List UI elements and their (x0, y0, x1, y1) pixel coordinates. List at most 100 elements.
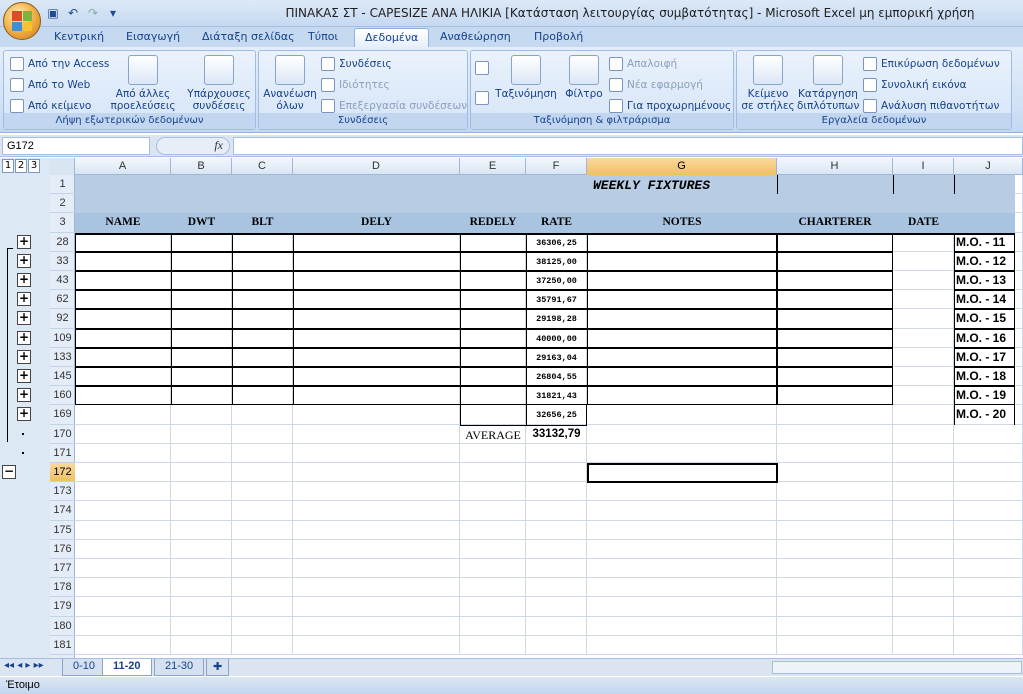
col-header-j[interactable]: J (954, 158, 1023, 175)
tab-insert[interactable]: Εισαγωγή (116, 28, 190, 48)
expand-group-button[interactable]: + (17, 349, 31, 364)
cell[interactable] (232, 501, 293, 521)
col-header-b[interactable]: B (171, 158, 232, 175)
expand-group-button[interactable]: + (17, 407, 31, 422)
cell[interactable] (171, 405, 232, 425)
cell[interactable] (777, 616, 893, 636)
cell[interactable] (460, 539, 526, 559)
cell[interactable] (293, 443, 460, 463)
insert-sheet-icon[interactable]: ✚ (206, 659, 230, 676)
cell[interactable] (75, 501, 171, 521)
tab-review[interactable]: Αναθεώρηση (430, 28, 521, 48)
cell[interactable] (587, 443, 777, 463)
from-other-sources-button[interactable]: Από άλλες προελεύσεις (108, 55, 178, 112)
cell[interactable] (460, 520, 526, 540)
worksheet-grid[interactable]: WEEKLY FIXTURES NAME DWT BLT DELY REDELY RATE N… (75, 175, 1023, 659)
cell[interactable] (587, 616, 777, 636)
existing-connections-button[interactable]: Υπάρχουσες συνδέσεις (184, 55, 254, 112)
select-all-corner[interactable] (50, 158, 75, 175)
row-header[interactable]: 181 (50, 636, 75, 655)
cell[interactable] (893, 347, 954, 367)
collapse-group-button[interactable]: − (2, 465, 16, 479)
expand-group-button[interactable]: + (17, 234, 31, 249)
row-header[interactable]: 33 (50, 252, 75, 271)
edit-links-button[interactable]: Επεξεργασία συνδέσεων (321, 99, 467, 113)
cell[interactable] (232, 559, 293, 579)
cell[interactable] (893, 309, 954, 329)
outline-level-2[interactable]: 2 (15, 159, 27, 173)
cell[interactable] (460, 578, 526, 598)
clear-filter-button[interactable]: Απαλοιφή (609, 57, 677, 71)
tab-data[interactable]: Δεδομένα (354, 28, 430, 48)
expand-group-button[interactable]: + (17, 273, 31, 287)
cell[interactable] (893, 386, 954, 406)
cell[interactable] (587, 520, 777, 540)
cell[interactable] (893, 405, 954, 425)
row-header[interactable]: 43 (50, 271, 75, 291)
cell[interactable] (777, 539, 893, 559)
cell[interactable] (954, 635, 1023, 655)
cell[interactable] (954, 482, 1023, 502)
cell[interactable] (777, 463, 893, 483)
cell[interactable] (954, 424, 1023, 444)
cell[interactable] (75, 597, 171, 617)
reapply-button[interactable]: Νέα εφαρμογή (609, 78, 703, 92)
cell[interactable] (171, 559, 232, 579)
cell[interactable] (587, 482, 777, 502)
from-text-button[interactable]: Από κείμενο (10, 99, 91, 113)
save-icon[interactable]: ▣ (46, 6, 60, 20)
cell[interactable] (954, 443, 1023, 463)
office-button[interactable] (3, 2, 41, 40)
expand-group-button[interactable]: + (17, 253, 31, 268)
filter-button[interactable]: Φίλτρο (563, 55, 605, 100)
cell[interactable] (171, 597, 232, 617)
insert-function-icon[interactable]: fx (156, 137, 230, 155)
cell[interactable] (526, 539, 587, 559)
row-header[interactable]: 176 (50, 540, 75, 559)
row-header[interactable]: 175 (50, 521, 75, 540)
tab-formulas[interactable]: Τύποι (298, 28, 348, 48)
cell[interactable] (954, 520, 1023, 540)
cell[interactable] (293, 405, 460, 425)
cell[interactable] (460, 482, 526, 502)
row-header[interactable]: 173 (50, 482, 75, 502)
cell[interactable] (75, 559, 171, 579)
cell[interactable] (893, 232, 954, 252)
cell[interactable] (526, 635, 587, 655)
sheet-nav-icon[interactable]: ◂◂ ◂ ▸ ▸▸ (4, 660, 44, 671)
cell[interactable] (893, 597, 954, 617)
cell[interactable] (526, 578, 587, 598)
from-access-button[interactable]: Από την Access (10, 57, 109, 71)
cell[interactable] (893, 271, 954, 291)
cell[interactable] (954, 559, 1023, 579)
row-header[interactable]: 2 (50, 194, 75, 214)
cell[interactable] (587, 559, 777, 579)
properties-button[interactable]: Ιδιότητες (321, 78, 390, 92)
row-header[interactable]: 180 (50, 617, 75, 636)
cell[interactable] (777, 443, 893, 463)
cell[interactable] (171, 443, 232, 463)
cell[interactable] (777, 482, 893, 502)
cell[interactable] (777, 424, 893, 444)
row-header[interactable]: 174 (50, 501, 75, 521)
col-header-d[interactable]: D (293, 158, 460, 175)
cell[interactable] (954, 539, 1023, 559)
cell[interactable] (460, 616, 526, 636)
col-header-g[interactable]: G (587, 158, 777, 175)
cell[interactable] (171, 463, 232, 483)
cell[interactable] (171, 424, 232, 444)
outline-level-3[interactable]: 3 (28, 159, 40, 173)
cell[interactable] (75, 443, 171, 463)
cell[interactable] (75, 424, 171, 444)
selected-cell[interactable] (587, 463, 778, 484)
cell[interactable] (293, 559, 460, 579)
cell[interactable] (777, 559, 893, 579)
cell[interactable] (893, 251, 954, 271)
cell[interactable] (232, 424, 293, 444)
cell[interactable] (587, 405, 777, 425)
cell[interactable] (75, 463, 171, 483)
cell[interactable] (893, 443, 954, 463)
cell[interactable] (954, 597, 1023, 617)
cell[interactable] (587, 635, 777, 655)
col-header-a[interactable]: A (75, 158, 171, 175)
